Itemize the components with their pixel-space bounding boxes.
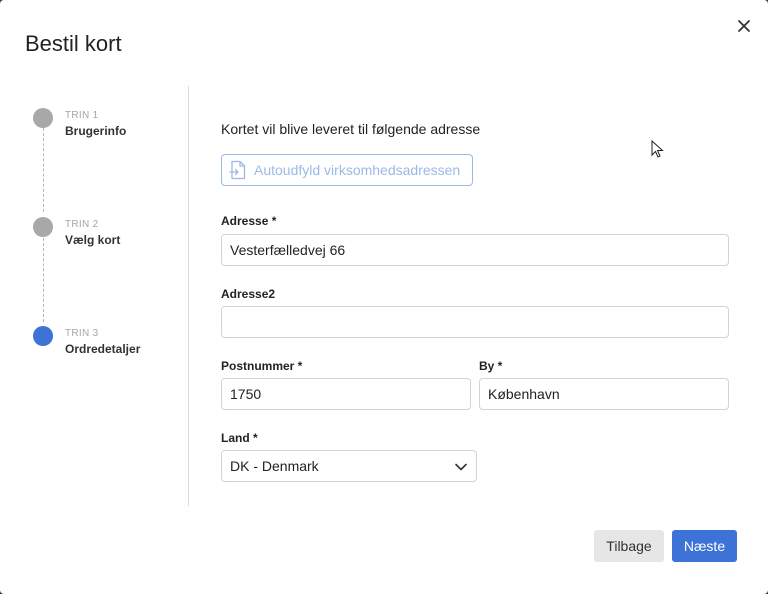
next-button[interactable]: Næste xyxy=(672,530,737,562)
back-button[interactable]: Tilbage xyxy=(594,530,664,562)
chevron-down-icon xyxy=(455,463,467,471)
vertical-divider xyxy=(188,86,189,506)
mouse-cursor-icon xyxy=(651,140,664,158)
address-input[interactable] xyxy=(221,234,729,266)
country-selected-value: DK - Denmark xyxy=(230,458,319,474)
step-number: TRIN 3 xyxy=(65,328,99,339)
address2-input[interactable] xyxy=(221,306,729,338)
step-number: TRIN 2 xyxy=(65,219,99,230)
close-icon xyxy=(738,20,750,32)
step-indicator-active xyxy=(33,326,53,346)
city-input[interactable] xyxy=(479,378,729,410)
document-arrow-icon xyxy=(229,160,246,180)
address-label: Adresse * xyxy=(221,214,277,228)
step-connector xyxy=(43,238,44,322)
autofill-company-address-button[interactable]: Autoudfyld virksomhedsadressen xyxy=(221,154,473,186)
country-label: Land * xyxy=(221,431,258,445)
close-button[interactable] xyxy=(733,15,755,37)
city-label: By * xyxy=(479,359,503,373)
autofill-label: Autoudfyld virksomhedsadressen xyxy=(254,162,461,178)
dialog-title: Bestil kort xyxy=(25,31,122,56)
step-indicator xyxy=(33,108,53,128)
postcode-input[interactable] xyxy=(221,378,471,410)
step-name: Brugerinfo xyxy=(65,124,127,138)
step-number: TRIN 1 xyxy=(65,110,99,121)
step-name: Ordredetaljer xyxy=(65,342,141,356)
order-card-dialog: Bestil kort TRIN 1 Brugerinfo TRIN 2 Væl… xyxy=(0,0,768,594)
step-indicator xyxy=(33,217,53,237)
postcode-label: Postnummer * xyxy=(221,359,303,373)
address2-label: Adresse2 xyxy=(221,287,276,301)
step-name: Vælg kort xyxy=(65,233,121,247)
step-connector xyxy=(43,128,44,212)
delivery-intro-text: Kortet vil blive leveret til følgende ad… xyxy=(221,121,481,137)
country-select[interactable]: DK - Denmark xyxy=(221,450,477,482)
